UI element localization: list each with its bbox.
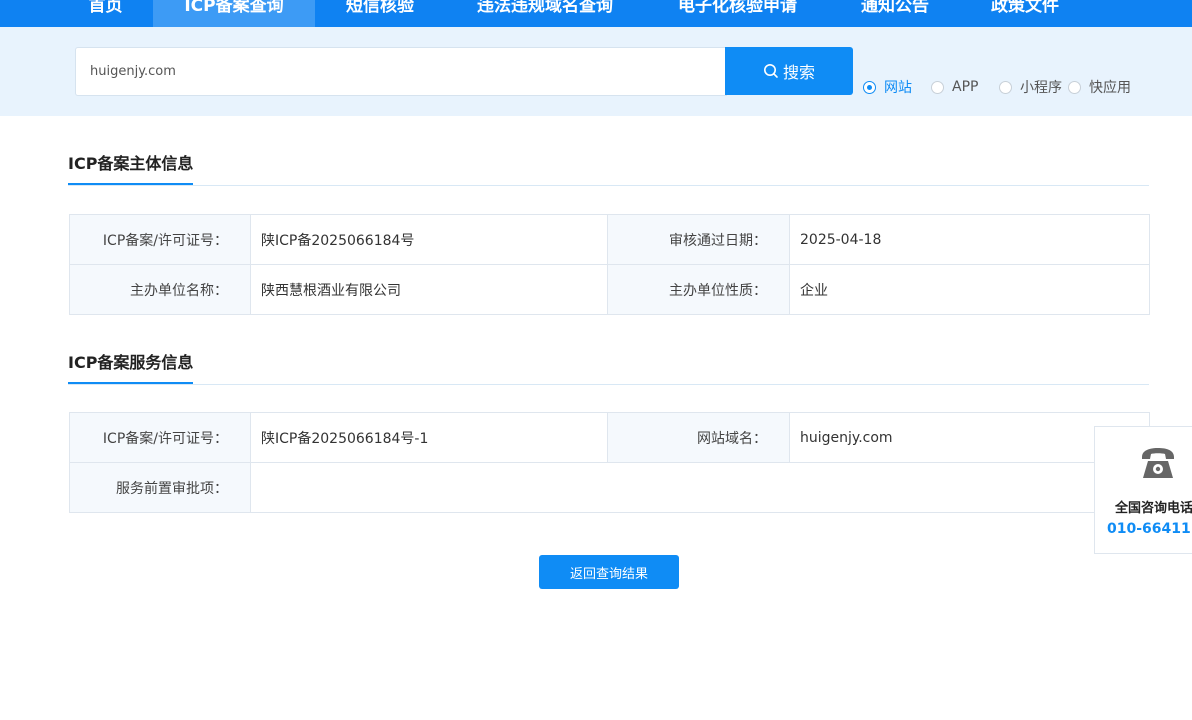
nav-notices[interactable]: 通知公告 [830,0,960,27]
telephone-icon [1142,448,1174,478]
field-label: 审核通过日期： [607,214,790,265]
nav-icp-query[interactable]: ICP备案查询 [153,0,315,27]
field-value: 陕ICP备2025066184号 [250,214,608,265]
field-label: 主办单位名称： [69,264,251,315]
search-button-label: 搜索 [782,63,815,82]
field-value: 陕西慧根酒业有限公司 [250,264,608,315]
subject-info-table: ICP备案/许可证号： 陕ICP备2025066184号 审核通过日期： 202… [69,214,1150,315]
radio-dot [1068,80,1081,94]
contact-title: 全国咨询电话 [1115,501,1192,516]
radio-dot [999,80,1012,94]
contact-float-panel[interactable]: 全国咨询电话 010-66411166 [1094,426,1192,554]
service-info-table: ICP备案/许可证号： 陕ICP备2025066184号-1 网站域名： hui… [69,412,1150,513]
contact-number: 010-66411166 [1107,521,1192,537]
table-row: 服务前置审批项： [69,462,1150,513]
subject-section-title: ICP备案主体信息 [68,150,194,185]
nav-home[interactable]: 首页 [58,0,153,27]
radio-website[interactable]: 网站 [863,79,912,96]
field-label: 主办单位性质： [607,264,790,315]
radio-dot [931,80,944,94]
field-label: ICP备案/许可证号： [69,214,251,265]
service-section-header: ICP备案服务信息 [68,349,1149,385]
radio-mini-program[interactable]: 小程序 [999,79,1062,96]
radio-dot [863,80,876,94]
radio-label: APP [952,79,979,95]
table-row: 主办单位名称： 陕西慧根酒业有限公司 主办单位性质： 企业 [69,264,1150,315]
search-band: 搜索 网站 APP 小程序 快应用 [0,27,1192,116]
search-icon [763,64,778,78]
search-input[interactable] [75,47,727,96]
service-section-title: ICP备案服务信息 [68,349,194,384]
field-label: 网站域名： [607,412,790,463]
subject-section-header: ICP备案主体信息 [68,150,1149,186]
back-to-results-button[interactable]: 返回查询结果 [539,555,679,589]
radio-label: 快应用 [1089,80,1131,96]
radio-label: 网站 [884,80,912,96]
field-label: ICP备案/许可证号： [69,412,251,463]
field-label: 服务前置审批项： [69,462,251,513]
nav-e-verify[interactable]: 电子化核验申请 [645,0,830,27]
field-value [250,462,1150,513]
search-button[interactable]: 搜索 [725,47,853,95]
nav-policy[interactable]: 政策文件 [960,0,1090,27]
radio-label: 小程序 [1020,80,1062,96]
table-row: ICP备案/许可证号： 陕ICP备2025066184号-1 网站域名： hui… [69,412,1150,463]
field-value: 陕ICP备2025066184号-1 [250,412,608,463]
field-value: 企业 [789,264,1150,315]
nav-sms-verify[interactable]: 短信核验 [315,0,445,27]
field-value: 2025-04-18 [789,214,1150,265]
nav-illegal-domain[interactable]: 违法违规域名查询 [445,0,645,27]
top-nav: 首页 ICP备案查询 短信核验 违法违规域名查询 电子化核验申请 通知公告 政策… [0,0,1192,27]
table-row: ICP备案/许可证号： 陕ICP备2025066184号 审核通过日期： 202… [69,214,1150,265]
radio-quick-app[interactable]: 快应用 [1068,79,1131,96]
radio-app[interactable]: APP [931,79,978,95]
